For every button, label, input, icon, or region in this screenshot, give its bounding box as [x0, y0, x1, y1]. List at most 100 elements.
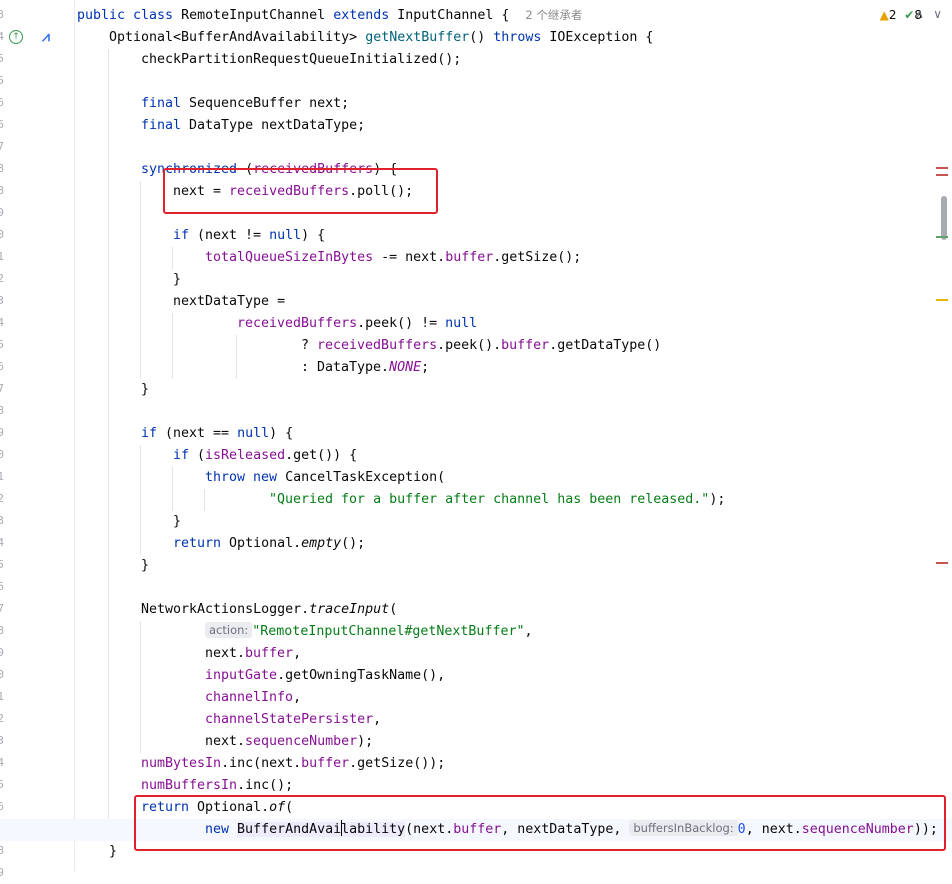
previous-highlight-icon[interactable]: ∧ — [915, 7, 924, 21]
code-line: if (isReleased.get()) { — [0, 445, 952, 467]
warning-marker[interactable] — [936, 299, 948, 301]
keyword: null — [237, 426, 270, 441]
code-token: ); — [709, 492, 726, 507]
code-line: : DataType.NONE; — [0, 357, 952, 379]
field: channelInfo — [205, 690, 294, 705]
keyword: throw — [205, 470, 246, 485]
code-line: "Queried for a buffer after channel has … — [0, 489, 952, 511]
parameter-hint[interactable]: action: — [205, 622, 253, 638]
vertical-scrollbar[interactable] — [938, 0, 952, 871]
code-line: numBytesIn.inc(next.buffer.getSize()); — [0, 753, 952, 775]
keyword: public class — [77, 8, 174, 23]
keyword: throws — [493, 30, 542, 45]
warnings-count: 2 — [888, 8, 897, 22]
code-line: nextDataType = — [0, 291, 952, 313]
code-token: next. — [205, 734, 246, 749]
code-line: } — [0, 511, 952, 533]
code-token: ) { — [269, 426, 294, 441]
code-token: SequenceBuffer next; — [181, 96, 350, 111]
code-token: ( — [389, 602, 398, 617]
method-name: getNextBuffer — [365, 30, 470, 45]
field: channelStatePersister — [205, 712, 374, 727]
code-line: totalQueueSizeInBytes -= next.buffer.get… — [0, 247, 952, 269]
code-editor[interactable]: public class RemoteInputChannel extends … — [0, 0, 952, 871]
field: buffer — [245, 646, 294, 661]
field: receivedBuffers — [317, 338, 438, 353]
code-token: checkPartitionRequestQueueInitialized(); — [141, 52, 462, 67]
field: isReleased — [205, 448, 286, 463]
code-line: final DataType nextDataType; — [0, 115, 952, 137]
code-line: next.sequenceNumber); — [0, 731, 952, 753]
code-token: next. — [205, 646, 246, 661]
code-line: } — [0, 269, 952, 291]
code-token: (next != — [189, 228, 270, 243]
code-line: channelStatePersister, — [0, 709, 952, 731]
code-token: IOException { — [541, 30, 654, 45]
code-token: ); — [357, 734, 374, 749]
method-call: empty — [301, 536, 342, 551]
field: buffer — [301, 756, 350, 771]
keyword: final — [141, 96, 182, 111]
field: numBuffersIn — [141, 778, 238, 793]
code-line: inputGate.getOwningTaskName(), — [0, 665, 952, 687]
code-token: Optional<BufferAndAvailability> — [109, 30, 366, 45]
string-literal: "Queried for a buffer after channel has … — [269, 492, 710, 507]
code-token: } — [141, 382, 150, 397]
code-line: receivedBuffers.peek() != null — [0, 313, 952, 335]
code-line: channelInfo, — [0, 687, 952, 709]
code-token: nextDataType = — [173, 294, 286, 309]
code-token: .getSize(); — [493, 250, 582, 265]
code-line: action: "RemoteInputChannel#getNextBuffer… — [0, 621, 952, 643]
code-line: Optional<BufferAndAvailability> getNextB… — [0, 27, 952, 49]
method-call: traceInput — [309, 602, 390, 617]
field: buffer — [445, 250, 494, 265]
code-token: .getDataType() — [549, 338, 662, 353]
inheritors-hint[interactable]: 2 个继承者 — [525, 8, 582, 22]
code-line: if (next != null) { — [0, 225, 952, 247]
keyword: null — [445, 316, 478, 331]
code-line: ? receivedBuffers.peek().buffer.getDataT… — [0, 335, 952, 357]
check-icon: ✔ — [904, 8, 915, 22]
code-token: NetworkActionsLogger. — [141, 602, 310, 617]
class-name: RemoteInputChannel — [181, 8, 326, 23]
highlight-box — [134, 795, 946, 851]
code-token: .getSize()); — [349, 756, 446, 771]
code-token: DataType nextDataType; — [181, 118, 366, 133]
diff-marker[interactable] — [936, 562, 948, 564]
code-token: .peek(). — [437, 338, 502, 353]
code-token: } — [173, 514, 182, 529]
code-line: if (next == null) { — [0, 423, 952, 445]
code-token: .peek() != — [357, 316, 446, 331]
code-line: return Optional.empty(); — [0, 533, 952, 555]
code-line: public class RemoteInputChannel extends … — [0, 4, 952, 26]
field: numBytesIn — [141, 756, 222, 771]
code-line: checkPartitionRequestQueueInitialized(); — [0, 49, 952, 71]
code-line: NetworkActionsLogger.traceInput( — [0, 599, 952, 621]
warnings-indicator[interactable]: ▲2 — [880, 6, 897, 24]
code-token: ) { — [301, 228, 326, 243]
code-token: } — [173, 272, 182, 287]
highlight-box — [163, 168, 438, 214]
diff-marker[interactable] — [936, 174, 948, 176]
code-token: .getOwningTaskName(), — [277, 668, 446, 683]
change-marker[interactable] — [936, 236, 948, 238]
code-line: next.buffer, — [0, 643, 952, 665]
field: buffer — [501, 338, 550, 353]
keyword: if — [173, 448, 190, 463]
code-token: Optional. — [221, 536, 302, 551]
keyword: extends — [333, 8, 390, 23]
keyword: return — [173, 536, 222, 551]
code-token: ? — [301, 338, 318, 353]
keyword: final — [141, 118, 182, 133]
code-token: (next == — [157, 426, 238, 441]
code-token: ; — [421, 360, 430, 375]
code-token: , — [524, 624, 533, 639]
keyword: if — [173, 228, 190, 243]
parent-class: InputChannel { — [397, 8, 510, 23]
code-token: } — [109, 844, 118, 859]
scrollbar-thumb[interactable] — [941, 196, 947, 240]
code-line: throw new CancelTaskException( — [0, 467, 952, 489]
field: receivedBuffers — [237, 316, 358, 331]
code-token: } — [141, 558, 150, 573]
diff-marker[interactable] — [936, 167, 948, 169]
